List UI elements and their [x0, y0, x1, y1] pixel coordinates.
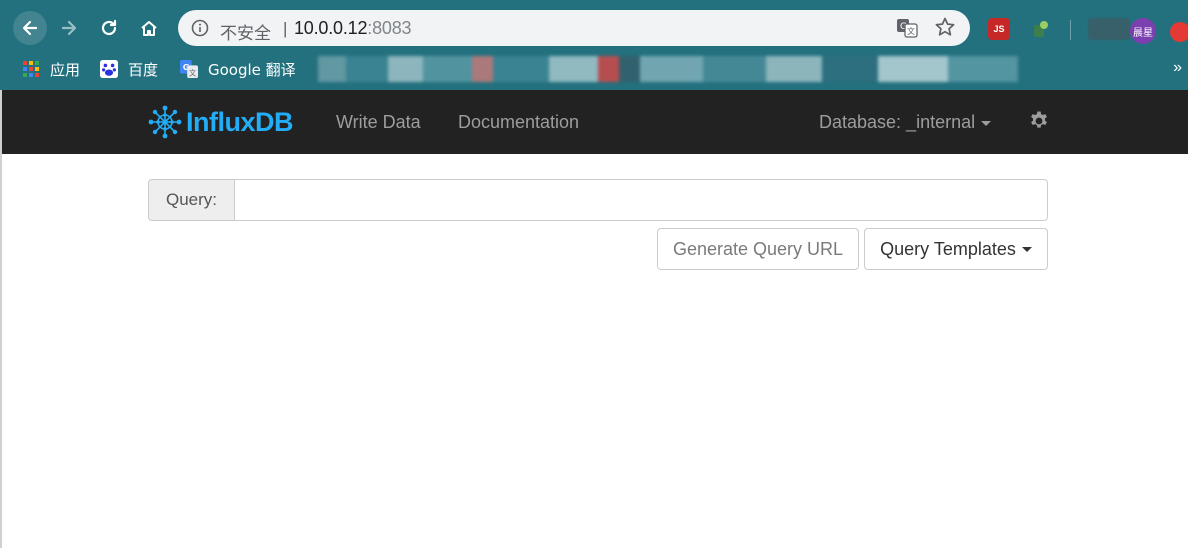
blurred-extension-icon[interactable] — [1088, 18, 1130, 40]
forward-button[interactable] — [52, 11, 86, 45]
influxdb-logo-icon — [148, 105, 182, 139]
nav-write-data[interactable]: Write Data — [336, 112, 421, 133]
arrow-left-icon — [22, 20, 38, 36]
browser-toolbar: 不安全 | 10.0.0.12:8083 G文 JS 晨星 — [0, 6, 1188, 50]
nav-documentation[interactable]: Documentation — [458, 112, 579, 133]
query-label: Query: — [148, 179, 235, 221]
reload-icon — [101, 19, 117, 36]
bookmark-apps[interactable]: 应用 — [22, 58, 80, 80]
generate-query-url-button[interactable]: Generate Query URL — [657, 228, 859, 270]
brand-name: InfluxDB — [186, 106, 294, 137]
back-button[interactable] — [13, 11, 47, 45]
bookmark-google-translate[interactable]: G文 Google 翻译 — [180, 58, 296, 80]
bookmark-label: 百度 — [128, 60, 159, 79]
page-content: InfluxDB Write Data Documentation Databa… — [0, 90, 1188, 548]
home-button[interactable] — [132, 11, 166, 45]
svg-text:文: 文 — [189, 68, 196, 77]
url-port: :8083 — [367, 18, 412, 38]
url-text[interactable]: 10.0.0.12:8083 — [294, 18, 412, 39]
arrow-right-icon — [61, 20, 77, 36]
home-icon — [141, 21, 157, 36]
bookmark-label: Google 翻译 — [208, 60, 296, 79]
chevron-down-icon — [981, 120, 992, 126]
influxdb-navbar: InfluxDB Write Data Documentation Databa… — [2, 90, 1188, 154]
bookmarks-bar: 应用 百度 G文 Google 翻译 » — [0, 52, 1188, 86]
info-icon[interactable] — [190, 18, 210, 38]
address-bar[interactable]: 不安全 | 10.0.0.12:8083 G文 — [178, 10, 970, 46]
js-extension-icon[interactable]: JS — [988, 18, 1010, 40]
bookmark-baidu[interactable]: 百度 — [100, 58, 158, 80]
leaf-extension-icon[interactable] — [1030, 18, 1052, 40]
bookmark-label: 应用 — [50, 60, 81, 79]
security-label: 不安全 — [220, 24, 271, 44]
database-label: Database: _internal — [819, 112, 976, 132]
more-bookmarks-button[interactable]: » — [1173, 59, 1182, 77]
browser-chrome: 不安全 | 10.0.0.12:8083 G文 JS 晨星 应用 百度 G 文 … — [0, 0, 1188, 90]
query-templates-button[interactable]: Query Templates — [864, 228, 1048, 270]
svg-text:文: 文 — [907, 26, 915, 36]
url-host: 10.0.0.12 — [294, 18, 368, 38]
toolbar-divider — [1070, 20, 1071, 40]
url-separator: | — [283, 19, 288, 38]
translate-icon[interactable]: G文 — [896, 18, 918, 38]
reload-button[interactable] — [92, 11, 126, 45]
google-translate-icon: G文 — [180, 60, 198, 78]
apps-grid-icon — [22, 60, 40, 78]
query-input-group: Query: — [148, 179, 1048, 221]
database-dropdown[interactable]: Database: _internal — [819, 112, 992, 133]
update-badge-icon[interactable] — [1170, 22, 1188, 42]
brand-logo[interactable]: InfluxDB — [148, 104, 294, 140]
blurred-bookmarks — [318, 56, 1018, 82]
gear-icon[interactable] — [1028, 110, 1050, 132]
bookmark-star-icon[interactable] — [934, 16, 956, 38]
baidu-paw-icon — [100, 60, 118, 78]
chevron-down-icon — [1021, 246, 1032, 252]
profile-avatar[interactable]: 晨星 — [1130, 18, 1156, 44]
query-input[interactable] — [234, 179, 1048, 221]
query-templates-label: Query Templates — [880, 238, 1016, 259]
